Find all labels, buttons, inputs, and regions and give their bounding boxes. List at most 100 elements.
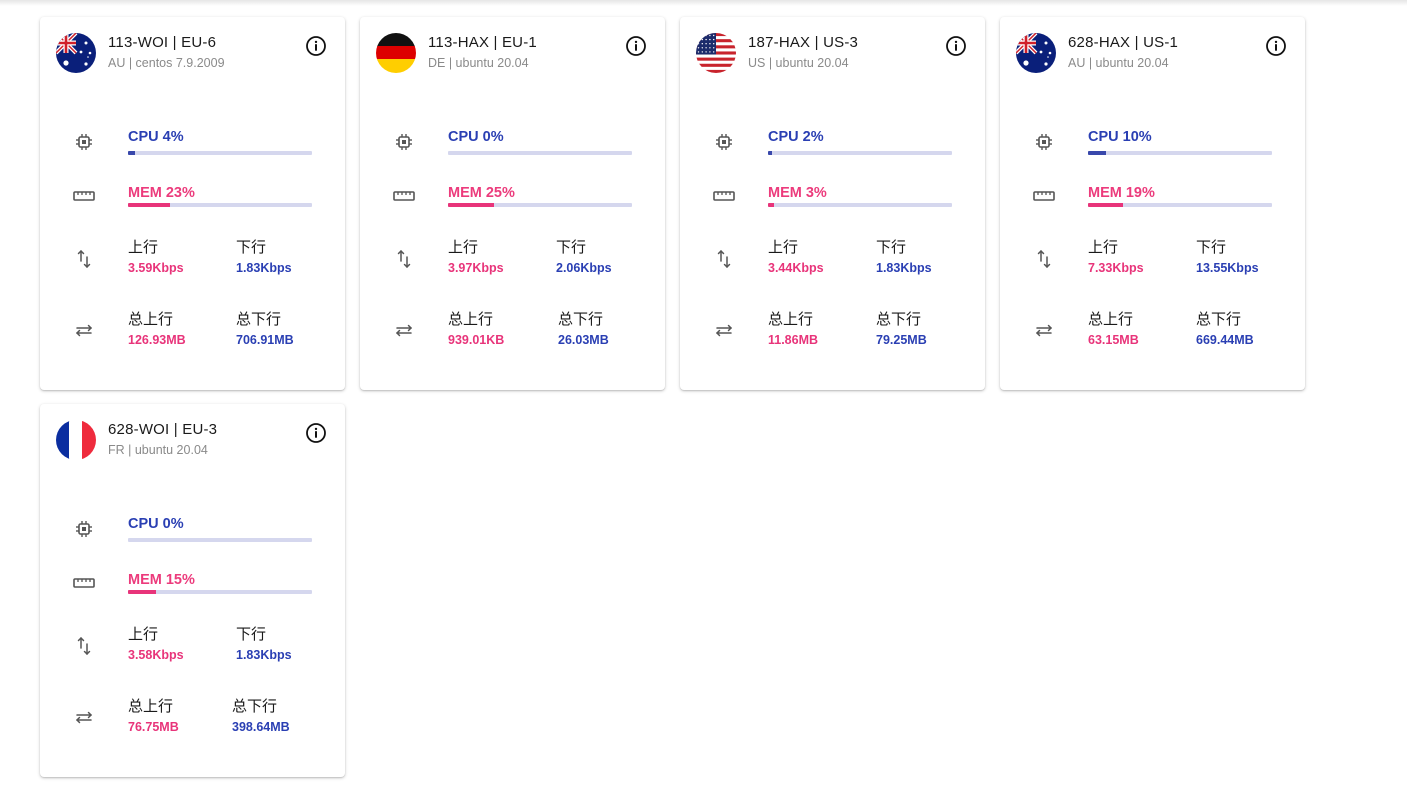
mem-progress-fill bbox=[1088, 203, 1123, 207]
up-down-arrows-icon bbox=[72, 634, 96, 658]
upload-speed: 3.59Kbps bbox=[128, 261, 184, 275]
download-label: 下行 bbox=[556, 239, 587, 256]
cpu-label: CPU 0% bbox=[448, 129, 504, 145]
total-download-label: 总下行 bbox=[876, 311, 922, 328]
upload-speed: 3.97Kbps bbox=[448, 261, 504, 275]
info-icon[interactable] bbox=[305, 422, 327, 444]
mem-label: MEM 15% bbox=[128, 572, 195, 588]
total-upload-label: 总上行 bbox=[448, 311, 494, 328]
upload-label: 上行 bbox=[448, 239, 479, 256]
memory-icon bbox=[72, 571, 96, 595]
swap-arrows-icon bbox=[72, 705, 96, 729]
upload-label: 上行 bbox=[768, 239, 799, 256]
download-speed: 1.83Kbps bbox=[236, 261, 292, 275]
upload-speed: 7.33Kbps bbox=[1088, 261, 1144, 275]
server-card: 628-WOI | EU-3 FR | ubuntu 20.04 CPU 0% bbox=[40, 404, 345, 777]
total-upload-value: 76.75MB bbox=[128, 720, 179, 734]
server-subtitle: AU | centos 7.9.2009 bbox=[108, 56, 225, 70]
upload-label: 上行 bbox=[128, 239, 159, 256]
info-icon[interactable] bbox=[1265, 35, 1287, 57]
up-down-arrows-icon bbox=[712, 247, 736, 271]
up-down-arrows-icon bbox=[392, 247, 416, 271]
total-upload-value: 126.93MB bbox=[128, 333, 186, 347]
mem-progress-fill bbox=[128, 590, 156, 594]
top-bar-shadow bbox=[0, 0, 1407, 6]
swap-arrows-icon bbox=[392, 318, 416, 342]
server-subtitle: AU | ubuntu 20.04 bbox=[1068, 56, 1169, 70]
mem-label: MEM 23% bbox=[128, 185, 195, 201]
cpu-chip-icon bbox=[712, 130, 736, 154]
cpu-label: CPU 4% bbox=[128, 129, 184, 145]
upload-label: 上行 bbox=[128, 626, 159, 643]
mem-progress-bar bbox=[128, 590, 312, 594]
server-card: 113-HAX | EU-1 DE | ubuntu 20.04 CPU 0% bbox=[360, 17, 665, 390]
cpu-chip-icon bbox=[72, 130, 96, 154]
info-icon[interactable] bbox=[305, 35, 327, 57]
mem-progress-bar bbox=[768, 203, 952, 207]
download-label: 下行 bbox=[876, 239, 907, 256]
memory-icon bbox=[392, 184, 416, 208]
upload-speed: 3.58Kbps bbox=[128, 648, 184, 662]
upload-label: 上行 bbox=[1088, 239, 1119, 256]
download-speed: 1.83Kbps bbox=[876, 261, 932, 275]
memory-icon bbox=[72, 184, 96, 208]
cpu-progress-bar bbox=[1088, 151, 1272, 155]
info-icon[interactable] bbox=[625, 35, 647, 57]
server-subtitle: DE | ubuntu 20.04 bbox=[428, 56, 529, 70]
cpu-label: CPU 2% bbox=[768, 129, 824, 145]
flag-au-icon bbox=[1016, 33, 1056, 73]
total-download-label: 总下行 bbox=[558, 311, 604, 328]
total-upload-label: 总上行 bbox=[128, 311, 174, 328]
total-upload-label: 总上行 bbox=[1088, 311, 1134, 328]
server-title: 628-HAX | US-1 bbox=[1068, 34, 1179, 51]
cpu-progress-fill bbox=[1088, 151, 1107, 155]
server-card: 628-HAX | US-1 AU | ubuntu 20.04 CPU 10% bbox=[1000, 17, 1305, 390]
download-label: 下行 bbox=[236, 626, 267, 643]
up-down-arrows-icon bbox=[1032, 247, 1056, 271]
total-upload-value: 63.15MB bbox=[1088, 333, 1139, 347]
memory-icon bbox=[1032, 184, 1056, 208]
total-download-value: 26.03MB bbox=[558, 333, 609, 347]
up-down-arrows-icon bbox=[72, 247, 96, 271]
total-download-label: 总下行 bbox=[1196, 311, 1242, 328]
mem-label: MEM 3% bbox=[768, 185, 827, 201]
mem-progress-bar bbox=[448, 203, 632, 207]
mem-label: MEM 19% bbox=[1088, 185, 1155, 201]
total-download-value: 398.64MB bbox=[232, 720, 290, 734]
total-upload-label: 总上行 bbox=[768, 311, 814, 328]
total-download-label: 总下行 bbox=[232, 698, 278, 715]
info-icon[interactable] bbox=[945, 35, 967, 57]
flag-us-icon bbox=[696, 33, 736, 73]
mem-label: MEM 25% bbox=[448, 185, 515, 201]
cpu-progress-bar bbox=[128, 151, 312, 155]
cpu-progress-bar bbox=[128, 538, 312, 542]
server-title: 628-WOI | EU-3 bbox=[108, 421, 218, 438]
server-card: 187-HAX | US-3 US | ubuntu 20.04 CPU 2% bbox=[680, 17, 985, 390]
memory-icon bbox=[712, 184, 736, 208]
swap-arrows-icon bbox=[1032, 318, 1056, 342]
server-grid: 113-WOI | EU-6 AU | centos 7.9.2009 CPU … bbox=[40, 17, 1305, 777]
cpu-chip-icon bbox=[72, 517, 96, 541]
swap-arrows-icon bbox=[712, 318, 736, 342]
total-upload-label: 总上行 bbox=[128, 698, 174, 715]
server-title: 187-HAX | US-3 bbox=[748, 34, 859, 51]
mem-progress-bar bbox=[1088, 203, 1272, 207]
server-title: 113-HAX | EU-1 bbox=[428, 34, 537, 51]
download-label: 下行 bbox=[1196, 239, 1227, 256]
total-download-value: 669.44MB bbox=[1196, 333, 1254, 347]
flag-fr-icon bbox=[56, 420, 96, 460]
cpu-progress-fill bbox=[768, 151, 772, 155]
server-subtitle: US | ubuntu 20.04 bbox=[748, 56, 849, 70]
total-upload-value: 11.86MB bbox=[768, 333, 819, 347]
cpu-label: CPU 10% bbox=[1088, 129, 1152, 145]
download-speed: 1.83Kbps bbox=[236, 648, 292, 662]
mem-progress-bar bbox=[128, 203, 312, 207]
server-subtitle: FR | ubuntu 20.04 bbox=[108, 443, 208, 457]
mem-progress-fill bbox=[448, 203, 494, 207]
flag-au-icon bbox=[56, 33, 96, 73]
server-title: 113-WOI | EU-6 bbox=[108, 34, 217, 51]
cpu-progress-bar bbox=[448, 151, 632, 155]
download-label: 下行 bbox=[236, 239, 267, 256]
mem-progress-fill bbox=[128, 203, 171, 207]
swap-arrows-icon bbox=[72, 318, 96, 342]
